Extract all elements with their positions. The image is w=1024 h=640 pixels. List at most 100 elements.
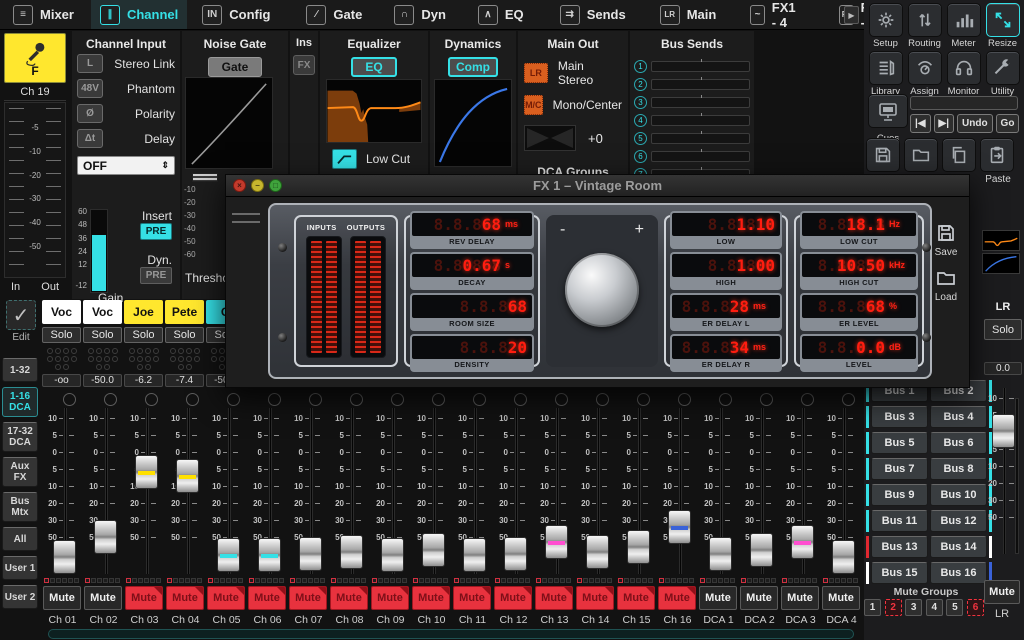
scene-prev-button[interactable]: |◀: [910, 114, 931, 133]
lr-solo-button[interactable]: Solo: [984, 319, 1022, 340]
pan-indicator[interactable]: [473, 393, 486, 406]
eq-curve-graph[interactable]: [326, 79, 422, 143]
fader-cap[interactable]: [94, 520, 117, 554]
close-icon[interactable]: ×: [233, 179, 246, 192]
fx-param-display[interactable]: 8.8.8.834ms ER DELAY R: [670, 334, 782, 372]
scribble-strip[interactable]: Joe: [124, 300, 163, 324]
mono-center-assign-button[interactable]: M/C: [524, 95, 543, 115]
mute-group-button[interactable]: 1: [864, 599, 881, 616]
fx-load-icon[interactable]: [934, 266, 958, 290]
setup-button[interactable]: Setup: [866, 3, 905, 49]
fx-load-label[interactable]: Load: [935, 292, 957, 303]
pan-indicator[interactable]: [637, 393, 650, 406]
tab-sends[interactable]: ⇉Sends: [551, 0, 635, 29]
fx-param-display[interactable]: 8.8.8.80.67s DECAY: [410, 252, 534, 290]
insert-pre-button[interactable]: PRE: [140, 223, 172, 240]
pan-indicator[interactable]: [268, 393, 281, 406]
bus-button[interactable]: Bus 5: [871, 432, 928, 454]
layer-button[interactable]: 17-32DCA: [2, 422, 38, 452]
bus-send-slider[interactable]: [651, 79, 750, 90]
dynamics-thumbnail[interactable]: [982, 253, 1020, 274]
gate-curve-graph[interactable]: [185, 77, 273, 169]
layer-button[interactable]: All: [2, 527, 38, 551]
load-button[interactable]: [904, 138, 938, 172]
pan-indicator[interactable]: [678, 393, 691, 406]
fx-param-display[interactable]: 8.8.8.868ms REV DELAY: [410, 211, 534, 249]
assign-button[interactable]: Assign: [905, 51, 944, 97]
maximize-icon[interactable]: □: [269, 179, 282, 192]
comp-enable-button[interactable]: Comp: [448, 57, 498, 77]
eq-enable-button[interactable]: EQ: [351, 57, 397, 77]
pan-indicator[interactable]: [514, 393, 527, 406]
mute-button[interactable]: Mute: [699, 586, 737, 610]
bus-button[interactable]: Bus 14: [930, 536, 987, 558]
layer-button[interactable]: User 2: [2, 585, 38, 609]
bus-button[interactable]: Bus 10: [930, 484, 987, 506]
fader-cap[interactable]: [545, 525, 568, 559]
pan-indicator[interactable]: [555, 393, 568, 406]
tab-mixer[interactable]: ≡Mixer: [4, 0, 83, 29]
fx-param-display[interactable]: 8.8.8.868 ROOM SIZE: [410, 293, 534, 331]
pan-indicator[interactable]: [227, 393, 240, 406]
pan-indicator[interactable]: [350, 393, 363, 406]
pan-balance-control[interactable]: [524, 125, 576, 151]
pan-indicator[interactable]: [842, 393, 855, 406]
mute-button[interactable]: Mute: [248, 586, 286, 610]
pan-indicator[interactable]: [104, 393, 117, 406]
mute-button[interactable]: Mute: [494, 586, 532, 610]
eq-thumbnail[interactable]: [982, 230, 1020, 251]
solo-button[interactable]: Solo: [42, 327, 81, 343]
mute-button[interactable]: Mute: [740, 586, 778, 610]
go-button[interactable]: Go: [996, 114, 1020, 133]
solo-button[interactable]: Solo: [83, 327, 122, 343]
fader-cap[interactable]: [832, 540, 855, 574]
fader-cap[interactable]: [504, 537, 527, 571]
fx-value-knob[interactable]: [565, 253, 639, 327]
mute-group-button[interactable]: 4: [926, 599, 943, 616]
fader-cap[interactable]: [463, 538, 486, 572]
fader-cap[interactable]: [668, 510, 691, 544]
bus-button[interactable]: Bus 4: [930, 406, 987, 428]
bus-send-slider[interactable]: [651, 115, 750, 126]
tab-config[interactable]: INConfig: [193, 0, 279, 29]
undo-button[interactable]: Undo: [957, 114, 993, 133]
pan-indicator[interactable]: [63, 393, 76, 406]
layer-button[interactable]: 1-32: [2, 358, 38, 382]
main-lr-assign-button[interactable]: LR: [524, 63, 548, 83]
scribble-strip[interactable]: Pete: [165, 300, 204, 324]
mute-group-button[interactable]: 3: [905, 599, 922, 616]
fader-cap[interactable]: [586, 535, 609, 569]
edit-button[interactable]: ✓: [6, 300, 36, 330]
tab-eq[interactable]: ∧EQ: [469, 0, 533, 29]
fader-cap[interactable]: [217, 538, 240, 572]
fader-cap[interactable]: [135, 455, 158, 489]
routing-button[interactable]: Routing: [905, 3, 944, 49]
tab-dyn[interactable]: ∩Dyn: [385, 0, 455, 29]
source-select[interactable]: OFF⇕: [77, 156, 175, 175]
mute-button[interactable]: Mute: [84, 586, 122, 610]
fx-param-display[interactable]: 8.8.8.828ms ER DELAY L: [670, 293, 782, 331]
mute-button[interactable]: Mute: [535, 586, 573, 610]
bus-button[interactable]: Bus 8: [930, 458, 987, 480]
scene-next-button[interactable]: ▶|: [934, 114, 955, 133]
pan-indicator[interactable]: [432, 393, 445, 406]
resize-button[interactable]: Resize: [983, 3, 1022, 49]
copy-button[interactable]: [942, 138, 976, 172]
fx-param-display[interactable]: 8.8.8.868% ER LEVEL: [800, 293, 918, 331]
pan-indicator[interactable]: [596, 393, 609, 406]
insert-fx-button[interactable]: FX: [293, 55, 315, 75]
mute-button[interactable]: Mute: [453, 586, 491, 610]
mute-button[interactable]: Mute: [166, 586, 204, 610]
gate-button[interactable]: Gate: [208, 57, 262, 77]
bus-button[interactable]: Bus 6: [930, 432, 987, 454]
compressor-curve-graph[interactable]: [434, 79, 512, 167]
tab-gate[interactable]: ∕Gate: [297, 0, 371, 29]
fader-cap[interactable]: [750, 533, 773, 567]
layer-button[interactable]: User 1: [2, 556, 38, 580]
dialog-grip[interactable]: [232, 213, 260, 223]
bus-button[interactable]: Bus 15: [871, 562, 928, 584]
toolbar-overflow-button[interactable]: ▶: [844, 6, 859, 24]
fader-cap[interactable]: [627, 530, 650, 564]
scribble-strip[interactable]: Voc: [42, 300, 81, 324]
mute-button[interactable]: Mute: [822, 586, 860, 610]
